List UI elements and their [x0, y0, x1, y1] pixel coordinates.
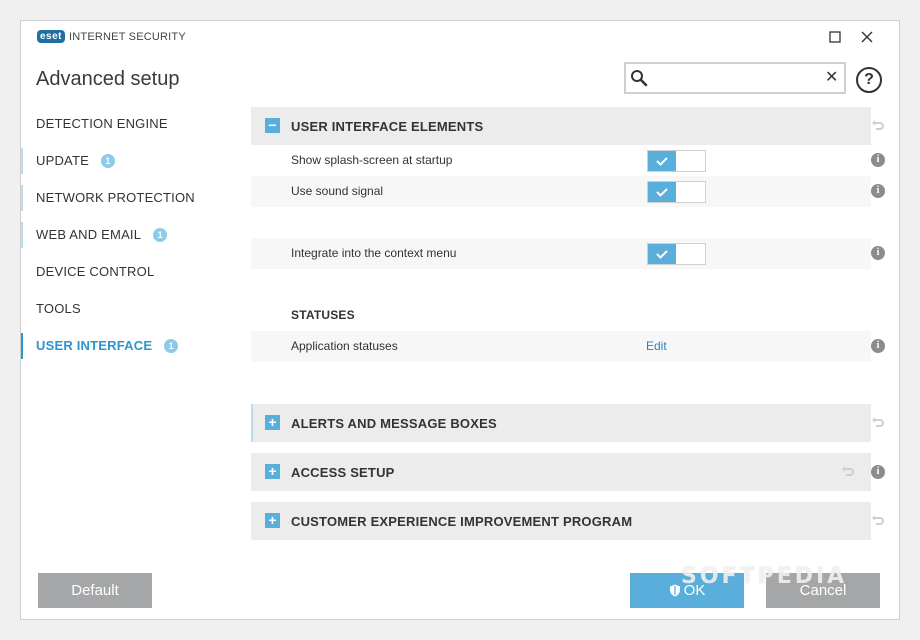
section-title: USER INTERFACE ELEMENTS — [291, 118, 484, 134]
help-button[interactable]: ? — [856, 67, 882, 93]
sidebar-item-label: WEB AND EMAIL — [36, 227, 142, 242]
statuses-heading-row: STATUSES — [251, 300, 871, 331]
sidebar-item-update[interactable]: UPDATE 1 — [21, 142, 251, 179]
edit-statuses-link[interactable]: Edit — [646, 339, 667, 353]
sidebar-item-device-control[interactable]: DEVICE CONTROL — [21, 253, 251, 290]
revert-icon[interactable] — [871, 513, 885, 527]
settings-panel: − USER INTERFACE ELEMENTS Show splash-sc… — [251, 107, 885, 540]
revert-icon[interactable] — [871, 118, 885, 132]
close-icon[interactable] — [857, 27, 877, 47]
setting-row: Integrate into the context menu i — [251, 238, 885, 269]
notification-badge: 1 — [164, 338, 179, 353]
setting-label: Show splash-screen at startup — [291, 153, 453, 167]
revert-icon[interactable] — [871, 415, 885, 429]
advanced-setup-window: eset INTERNET SECURITY Advanced setup ✕ … — [20, 20, 900, 620]
section-title: CUSTOMER EXPERIENCE IMPROVEMENT PROGRAM — [291, 513, 633, 529]
check-icon — [648, 244, 676, 264]
titlebar: eset INTERNET SECURITY — [21, 21, 899, 55]
info-icon[interactable]: i — [871, 465, 885, 479]
setting-label: Integrate into the context menu — [291, 246, 457, 260]
expand-icon[interactable]: + — [265, 513, 280, 528]
notification-badge: 1 — [100, 153, 115, 168]
spacer-row — [251, 269, 871, 300]
info-icon[interactable]: i — [871, 246, 885, 260]
spacer-row — [251, 207, 871, 238]
product-name: INTERNET SECURITY — [69, 30, 186, 43]
setting-row: Application statuses Edit i — [251, 331, 885, 362]
section-title: ALERTS AND MESSAGE BOXES — [291, 415, 497, 431]
shield-icon — [669, 584, 680, 597]
sidebar-item-label: NETWORK PROTECTION — [36, 190, 195, 205]
setting-row: Show splash-screen at startup i — [251, 145, 885, 176]
statuses-heading: STATUSES — [291, 308, 355, 322]
expand-icon[interactable]: + — [265, 415, 280, 430]
collapse-icon[interactable]: − — [265, 118, 280, 133]
sidebar: DETECTION ENGINE UPDATE 1 NETWORK PROTEC… — [21, 105, 251, 364]
sidebar-item-network-protection[interactable]: NETWORK PROTECTION — [21, 179, 251, 216]
sidebar-item-detection-engine[interactable]: DETECTION ENGINE — [21, 105, 251, 142]
check-icon — [648, 182, 676, 202]
check-icon — [648, 151, 676, 171]
sidebar-item-label: DETECTION ENGINE — [36, 116, 168, 131]
sidebar-item-label: USER INTERFACE — [36, 338, 153, 353]
setting-row: Use sound signal i — [251, 176, 885, 207]
section-title: ACCESS SETUP — [291, 464, 395, 480]
info-icon[interactable]: i — [871, 339, 885, 353]
info-icon[interactable]: i — [871, 184, 885, 198]
revert-icon[interactable] — [841, 464, 855, 478]
sidebar-item-label: DEVICE CONTROL — [36, 264, 155, 279]
section-customer-experience-improvement-program[interactable]: + CUSTOMER EXPERIENCE IMPROVEMENT PROGRA… — [251, 502, 884, 540]
search-icon[interactable] — [630, 69, 648, 87]
splash-screen-toggle[interactable] — [647, 150, 706, 172]
section-access-setup[interactable]: + ACCESS SETUP i — [251, 453, 885, 491]
info-icon[interactable]: i — [871, 153, 885, 167]
notification-badge: 1 — [153, 227, 168, 242]
page-title: Advanced setup — [36, 68, 180, 90]
maximize-icon[interactable] — [825, 27, 845, 47]
default-button[interactable]: Default — [38, 573, 152, 608]
search-input[interactable] — [652, 68, 820, 88]
brand: eset INTERNET SECURITY — [37, 30, 186, 43]
sidebar-item-label: TOOLS — [36, 301, 81, 316]
sidebar-item-web-and-email[interactable]: WEB AND EMAIL 1 — [21, 216, 251, 253]
context-menu-toggle[interactable] — [647, 243, 706, 265]
expand-icon[interactable]: + — [265, 464, 280, 479]
sidebar-item-tools[interactable]: TOOLS — [21, 290, 251, 327]
search-box: ✕ — [624, 62, 846, 94]
sidebar-item-user-interface[interactable]: USER INTERFACE 1 — [21, 327, 251, 364]
section-alerts-and-message-boxes[interactable]: + ALERTS AND MESSAGE BOXES — [251, 404, 884, 442]
eset-logo: eset — [37, 30, 66, 43]
section-user-interface-elements[interactable]: − USER INTERFACE ELEMENTS — [251, 107, 884, 145]
softpedia-watermark: SOFTPEDIA — [681, 564, 848, 589]
sidebar-item-label: UPDATE — [36, 153, 89, 168]
sound-signal-toggle[interactable] — [647, 181, 706, 203]
setting-label: Application statuses — [291, 339, 398, 353]
clear-search-icon[interactable]: ✕ — [825, 68, 838, 88]
setting-label: Use sound signal — [291, 184, 384, 198]
